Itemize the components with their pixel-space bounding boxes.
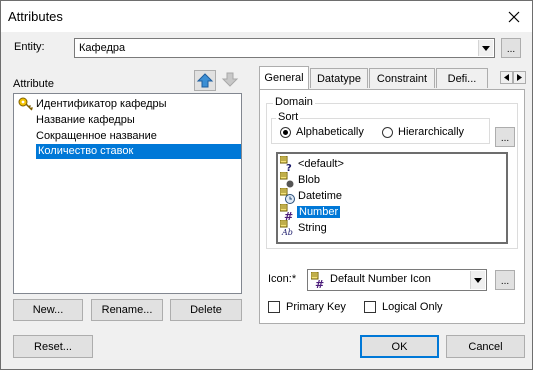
list-item[interactable]: Название кафедры bbox=[18, 112, 242, 128]
move-down-button[interactable] bbox=[220, 70, 242, 91]
close-icon bbox=[508, 11, 520, 22]
chevron-down-icon bbox=[474, 277, 482, 283]
icon-browse-label: ... bbox=[500, 276, 510, 287]
list-item[interactable]: Сокращенное название bbox=[18, 128, 242, 144]
reset-button[interactable]: Reset... bbox=[13, 335, 93, 358]
chevron-left-icon bbox=[504, 74, 509, 81]
tab-constraint-label: Constraint bbox=[376, 72, 428, 85]
attribute-list[interactable]: Идентификатор кафедры Название кафедры С… bbox=[13, 93, 242, 294]
logical-only-label: Logical Only bbox=[382, 301, 443, 313]
hash-icon: # bbox=[280, 204, 293, 220]
icon-value: Default Number Icon bbox=[330, 273, 431, 285]
sort-more-button[interactable]: ... bbox=[495, 127, 515, 147]
svg-text:#: # bbox=[315, 278, 324, 288]
delete-button-label: Delete bbox=[190, 304, 222, 316]
tab-scroll-right[interactable] bbox=[513, 71, 526, 84]
tab-scroll-left[interactable] bbox=[500, 71, 513, 84]
blob-icon bbox=[280, 172, 294, 188]
rename-button-label: Rename... bbox=[101, 304, 153, 316]
entity-browse-button[interactable]: ... bbox=[501, 38, 521, 58]
list-item[interactable]: Ab String bbox=[280, 220, 500, 236]
primary-key-checkbox[interactable] bbox=[268, 301, 280, 313]
cancel-button[interactable]: Cancel bbox=[446, 335, 525, 358]
arrow-down-icon bbox=[221, 72, 239, 87]
rename-button[interactable]: Rename... bbox=[91, 299, 163, 321]
list-item-label: Blob bbox=[298, 174, 321, 186]
tab-datatype[interactable]: Datatype bbox=[310, 68, 368, 88]
tab-general[interactable]: General bbox=[259, 66, 309, 89]
list-item-label: Datetime bbox=[298, 190, 343, 202]
tab-strip: General Datatype Constraint Defi... bbox=[259, 66, 526, 91]
radio-hierarchically[interactable] bbox=[382, 127, 393, 138]
reset-button-label: Reset... bbox=[34, 340, 72, 353]
arrow-up-icon bbox=[196, 73, 214, 88]
svg-text:?: ? bbox=[286, 163, 292, 172]
list-item-label: Сокращенное название bbox=[36, 130, 157, 142]
list-item-label: <default> bbox=[298, 158, 344, 170]
entity-value: Кафедра bbox=[79, 42, 126, 54]
move-up-button[interactable] bbox=[194, 70, 216, 91]
attribute-label: Attribute bbox=[13, 78, 54, 90]
list-item[interactable]: ? <default> bbox=[280, 156, 500, 172]
window-title: Attributes bbox=[8, 9, 63, 24]
list-item[interactable]: Идентификатор кафедры bbox=[18, 96, 242, 112]
tab-constraint[interactable]: Constraint bbox=[369, 68, 435, 88]
abc-icon: Ab bbox=[280, 220, 293, 236]
chevron-right-icon bbox=[517, 74, 522, 81]
radio-alphabetically[interactable] bbox=[280, 127, 291, 138]
entity-dropdown-arrow[interactable] bbox=[478, 40, 493, 56]
domain-list[interactable]: ? <default> Blob Datetime # Number Ab St… bbox=[276, 152, 508, 244]
domain-group: Domain Sort Alphabetically Hierarchicall… bbox=[266, 96, 518, 249]
radio-hierarchically-label: Hierarchically bbox=[398, 126, 465, 138]
list-item-label: Количество ставок bbox=[36, 144, 241, 159]
new-button-label: New... bbox=[32, 304, 64, 316]
tab-definition-label: Defi... bbox=[447, 72, 477, 85]
icon-combo[interactable]: # Default Number Icon bbox=[307, 269, 487, 291]
logical-only-checkbox[interactable] bbox=[364, 301, 376, 313]
svg-text:#: # bbox=[284, 210, 293, 220]
title-bar: Attributes bbox=[1, 1, 532, 32]
sort-group-title: Sort bbox=[276, 111, 301, 123]
domain-group-title: Domain bbox=[273, 96, 315, 108]
list-item-selected[interactable]: Количество ставок bbox=[18, 144, 242, 160]
ok-button-label: OK bbox=[391, 340, 408, 353]
ok-button[interactable]: OK bbox=[360, 335, 439, 358]
chevron-down-icon bbox=[482, 45, 490, 51]
cancel-button-label: Cancel bbox=[468, 340, 503, 353]
list-item-label: String bbox=[298, 222, 327, 234]
close-button[interactable] bbox=[496, 1, 532, 32]
list-item[interactable]: Blob bbox=[280, 172, 500, 188]
sort-group: Sort Alphabetically Hierarchically bbox=[271, 111, 490, 144]
tab-definition[interactable]: Defi... bbox=[436, 68, 488, 88]
general-tab-panel: Domain Sort Alphabetically Hierarchicall… bbox=[259, 89, 525, 324]
hash-icon: # bbox=[311, 272, 324, 288]
clock-icon bbox=[280, 188, 295, 204]
attributes-dialog: Attributes Entity: Кафедра ... Attribute bbox=[0, 0, 533, 370]
list-item-label: Название кафедры bbox=[36, 114, 135, 126]
list-item-label: Number bbox=[297, 206, 341, 218]
svg-text:Ab: Ab bbox=[281, 228, 293, 236]
list-item-label: Идентификатор кафедры bbox=[36, 98, 167, 110]
list-item[interactable]: Datetime bbox=[280, 188, 500, 204]
question-icon: ? bbox=[280, 156, 292, 172]
entity-browse-label: ... bbox=[506, 44, 516, 55]
delete-button[interactable]: Delete bbox=[170, 299, 242, 321]
key-icon bbox=[18, 97, 34, 111]
sort-more-label: ... bbox=[500, 133, 510, 144]
primary-key-label: Primary Key bbox=[286, 301, 346, 313]
entity-combo[interactable]: Кафедра bbox=[74, 38, 495, 58]
tab-datatype-label: Datatype bbox=[316, 72, 362, 85]
icon-browse-button[interactable]: ... bbox=[495, 270, 515, 290]
icon-dropdown-arrow[interactable] bbox=[470, 271, 485, 289]
list-item-selected[interactable]: # Number bbox=[280, 204, 500, 220]
icon-label: Icon:* bbox=[268, 273, 297, 285]
entity-label: Entity: bbox=[14, 41, 45, 53]
radio-alphabetically-label: Alphabetically bbox=[296, 126, 364, 138]
tab-general-label: General bbox=[264, 72, 304, 84]
new-button[interactable]: New... bbox=[13, 299, 83, 321]
